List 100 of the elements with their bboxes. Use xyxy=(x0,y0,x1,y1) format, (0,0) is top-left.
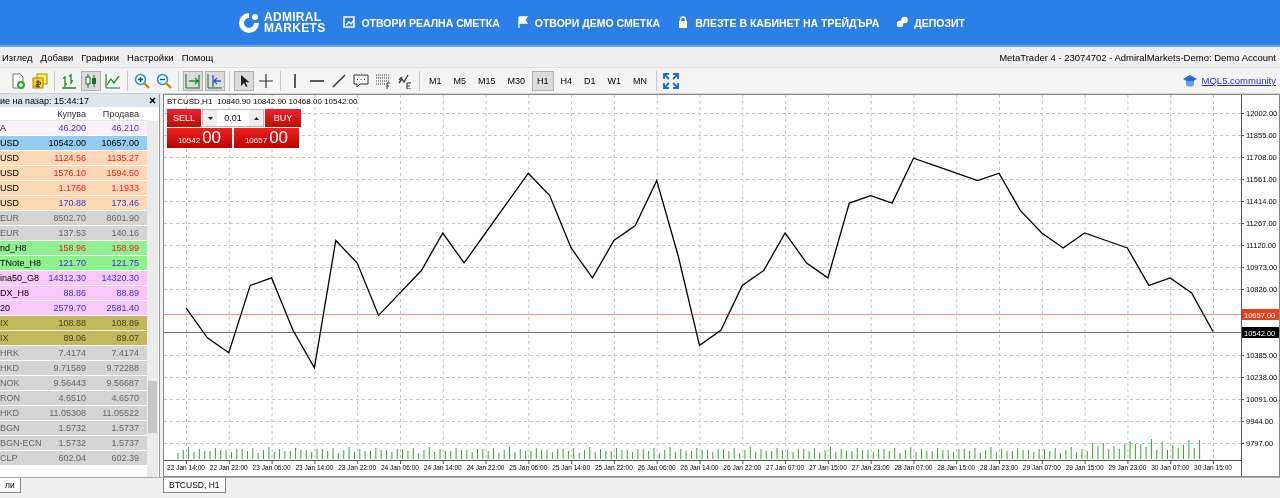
quote-row[interactable]: NOK 9.56443 9.56687 xyxy=(0,376,148,391)
quote-row[interactable]: USD 1.1768 1.1933 xyxy=(0,181,148,196)
expand-icon xyxy=(663,72,680,89)
quote-row[interactable]: TNote_H8 121.70 121.75 xyxy=(0,256,148,271)
timeframe-button[interactable]: H4 xyxy=(555,70,578,91)
bid-cell-text: 158.96 xyxy=(57,243,87,253)
menu-item[interactable]: Помощ xyxy=(181,51,214,63)
folders-button[interactable] xyxy=(30,70,50,91)
ask-cell-text: 1.1933 xyxy=(110,183,140,193)
candlestick-button[interactable] xyxy=(81,70,101,91)
quote-row[interactable]: DX_H8 88.86 88.89 xyxy=(0,286,148,301)
symbol-cell-text: EUR xyxy=(0,213,20,223)
chart-shift-button[interactable] xyxy=(205,70,225,91)
sell-button[interactable]: SELL xyxy=(167,109,201,127)
timeframe-button[interactable]: M15 xyxy=(473,70,501,91)
timeframe-button[interactable]: M5 xyxy=(448,70,472,91)
quote-row[interactable]: A 46.200 46.210 xyxy=(0,121,148,136)
timeframe-button[interactable]: H1 xyxy=(532,70,554,91)
coins-icon xyxy=(896,16,909,29)
quote-row[interactable]: USD 10542.00 10657.00 xyxy=(0,136,148,151)
nav-link[interactable]: ВЛЕЗТЕ В КАБИНЕТ НА ТРЕЙДЪРА xyxy=(677,16,880,29)
quote-row[interactable]: EUR 8502.70 8601.90 xyxy=(0,211,148,226)
document-plus-icon xyxy=(10,72,26,89)
menu-item[interactable]: Настройки xyxy=(127,51,174,63)
nav-link[interactable]: ОТВОРИ РЕАЛНА СМЕТКА xyxy=(343,16,500,29)
buy-button[interactable]: BUY xyxy=(265,109,301,127)
bid-cell-text: 1576.10 xyxy=(52,168,87,178)
ask-cell-text: 89.07 xyxy=(115,333,140,343)
quote-row[interactable]: HKD 9.71589 9.72288 xyxy=(0,361,148,376)
logo-text: ADMIRAL xyxy=(264,11,322,23)
symbol-cell-text: RON xyxy=(0,393,21,403)
quote-row[interactable]: USD 1576.10 1594.50 xyxy=(0,166,148,181)
graduation-cap-icon xyxy=(1181,73,1198,88)
quote-row[interactable]: BGN-ECN 1.5732 1.5737 xyxy=(0,436,148,451)
chart-icon xyxy=(343,16,356,29)
chart-shift-icon xyxy=(207,72,223,89)
menu-item[interactable]: Добави xyxy=(40,51,74,63)
ask-cell-text: 1594.50 xyxy=(105,168,140,178)
buy-price-button[interactable]: 10657 00 xyxy=(234,128,299,148)
cursor-button[interactable] xyxy=(234,70,254,91)
quote-row[interactable]: USD 170.88 173.46 xyxy=(0,196,148,211)
speech-bubble-icon xyxy=(353,72,369,89)
bid-cell-text: 1.5732 xyxy=(57,423,87,433)
lot-size-field[interactable]: 0.01 xyxy=(202,109,264,127)
quote-row[interactable]: HRK 7.4174 7.4174 xyxy=(0,346,148,361)
autoscroll-button[interactable] xyxy=(183,70,203,91)
ask-cell-text: 158.99 xyxy=(110,243,140,253)
symbol-cell-text: USD xyxy=(0,168,20,178)
quote-row[interactable]: EUR 137.53 140.16 xyxy=(0,226,148,241)
ask-cell-text: 602.39 xyxy=(110,453,140,463)
fullscreen-button[interactable] xyxy=(661,70,682,91)
community-link[interactable]: MQL5.community xyxy=(1181,73,1276,88)
symbol-cell-text: 20 xyxy=(0,303,11,313)
timeframe-button[interactable]: MN xyxy=(628,70,653,91)
bid-cell-text: 1.1768 xyxy=(57,183,87,193)
quote-row[interactable]: BGN 1.5732 1.5737 xyxy=(0,421,148,436)
scrollbar[interactable] xyxy=(147,121,158,477)
ask-cell-text: 88.89 xyxy=(115,288,140,298)
quote-row[interactable]: HKD 11.05308 11.05522 xyxy=(0,406,148,421)
bid-cell-text: 1.5732 xyxy=(57,438,87,448)
symbol-cell: BGN-ECN xyxy=(0,438,40,448)
zoom-out-icon xyxy=(156,72,172,89)
quote-row[interactable]: ina50_G8 14312.30 14320.30 xyxy=(0,271,148,286)
quote-row[interactable]: IX 108.88 108.89 xyxy=(0,316,148,331)
bid-cell-text: 89.06 xyxy=(62,333,87,343)
bid-cell-text: 108.88 xyxy=(57,318,87,328)
sell-price-button[interactable]: 10542 00 xyxy=(167,128,232,148)
timeframe-button[interactable]: M30 xyxy=(502,70,531,91)
chart-tab[interactable]: BTCUSD, H1 xyxy=(163,478,226,493)
symbol-cell-text: IX xyxy=(0,333,10,343)
quote-row[interactable]: IX 89.06 89.07 xyxy=(0,331,148,346)
menu-item[interactable]: Графики xyxy=(81,51,120,63)
vertical-line-icon xyxy=(293,73,297,88)
panel-tab[interactable]: ли xyxy=(0,478,21,493)
menu-item[interactable]: Изглед xyxy=(2,51,33,63)
quote-row[interactable]: CLP 602.04 602.39 xyxy=(0,451,148,466)
bid-cell-text: 7.4174 xyxy=(57,348,87,358)
timeframe-button[interactable]: M1 xyxy=(424,70,447,91)
ask-cell-text: 8601.90 xyxy=(105,213,140,223)
timeframe-button[interactable]: W1 xyxy=(602,70,627,91)
nav-link[interactable]: ДЕПОЗИТ xyxy=(896,16,965,29)
ask-cell-text: 140.16 xyxy=(110,228,140,238)
close-icon xyxy=(149,97,156,104)
zoom-in-icon xyxy=(134,72,150,89)
window-title: MetaTrader 4 - 23074702 - AdmiralMarkets-Demo: Demo Account xyxy=(999,51,1276,63)
quote-row[interactable]: nd_H8 158.96 158.99 xyxy=(0,241,148,256)
bid-cell-text: 121.70 xyxy=(57,258,87,268)
quote-row[interactable]: 20 2579.70 2581.40 xyxy=(0,301,148,316)
nav-link[interactable]: ОТВОРИ ДЕМО СМЕТКА xyxy=(516,16,661,29)
dotted-grid-icon xyxy=(375,72,391,89)
ask-cell-text: 11.05522 xyxy=(101,408,140,418)
symbol-cell-text: USD xyxy=(0,183,20,193)
quote-row[interactable]: RON 4.6510 4.6570 xyxy=(0,391,148,406)
bid-cell-text: 46.200 xyxy=(57,123,87,133)
timeframe-button[interactable]: D1 xyxy=(579,70,601,91)
column-header[interactable]: Купува xyxy=(40,108,90,119)
column-header[interactable]: Продава xyxy=(90,108,143,119)
ask-cell-text: 7.4174 xyxy=(110,348,140,358)
quote-row[interactable]: USD 1124.56 1135.27 xyxy=(0,151,148,166)
logo-text: MARKETS xyxy=(264,22,326,34)
